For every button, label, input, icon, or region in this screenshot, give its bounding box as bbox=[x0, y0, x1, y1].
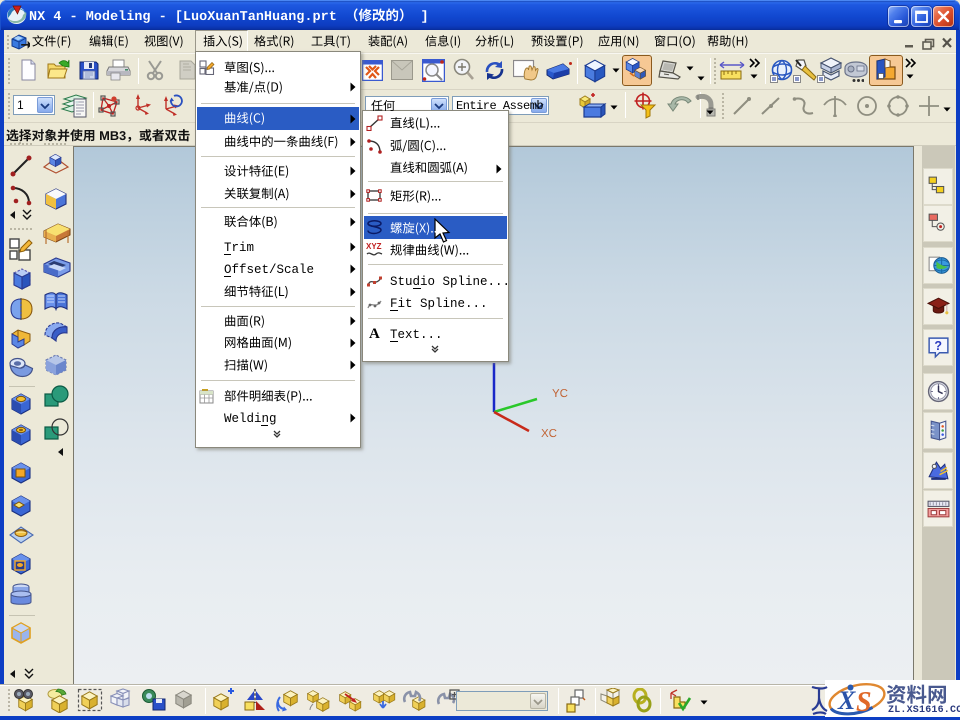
svg-text:XYZ: XYZ bbox=[366, 242, 382, 251]
svg-text:X: X bbox=[837, 686, 856, 715]
svg-text:S: S bbox=[856, 687, 872, 717]
svg-text:?: ? bbox=[934, 339, 942, 353]
